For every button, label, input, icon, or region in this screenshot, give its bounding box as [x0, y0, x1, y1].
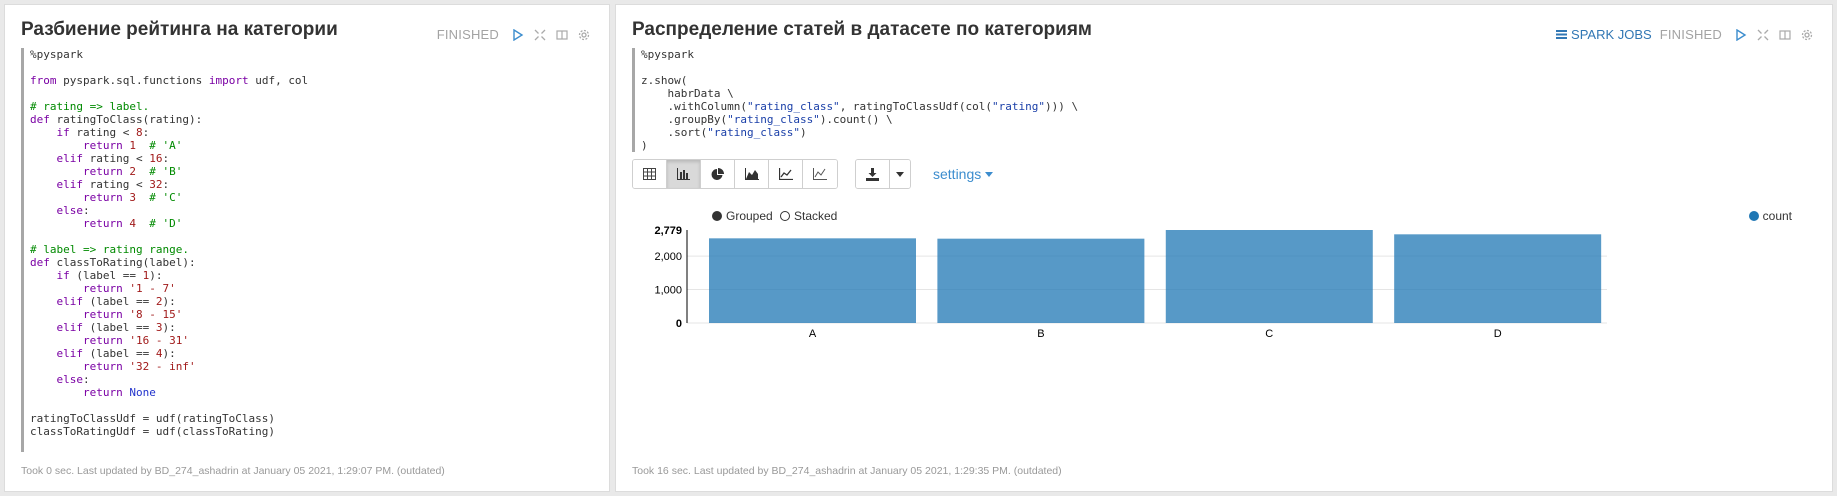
settings-label: settings: [933, 166, 982, 182]
table-icon: [643, 168, 656, 180]
table-view-button[interactable]: [633, 160, 667, 188]
paragraph-rating-classes: Разбиение рейтинга на категории FINISHED…: [4, 4, 610, 492]
download-group: [855, 159, 911, 189]
code-editor[interactable]: %pyspark from pyspark.sql.functions impo…: [21, 48, 308, 452]
y-tick-label: 1,000: [654, 285, 682, 297]
x-tick-label: B: [1037, 328, 1044, 340]
paragraph-controls: SPARK JOBS FINISHED: [1556, 27, 1814, 42]
chart-type-group: [632, 159, 838, 189]
tasks-icon: [1556, 30, 1568, 39]
y-tick-label: 0: [676, 318, 682, 330]
spark-jobs-label: SPARK JOBS: [1571, 27, 1652, 42]
expand-icon[interactable]: [1756, 28, 1770, 42]
x-tick-label: D: [1494, 328, 1502, 340]
paragraph-footer: Took 16 sec. Last updated by BD_274_asha…: [632, 465, 1062, 477]
bar: [709, 238, 916, 323]
chart-canvas: 0 1,000 2,000 2,779 A B C D: [654, 225, 1607, 340]
status-badge: FINISHED: [1659, 27, 1722, 42]
grouped-radio[interactable]: Grouped: [712, 209, 773, 223]
stacked-radio[interactable]: Stacked: [780, 209, 837, 223]
legend-label: count: [1762, 209, 1792, 223]
bar: [937, 238, 1145, 323]
radio-selected-icon: [712, 211, 722, 221]
x-tick-label: A: [809, 328, 817, 340]
gear-icon[interactable]: [577, 28, 591, 42]
spark-jobs-link[interactable]: SPARK JOBS: [1556, 27, 1652, 42]
y-tick-label: 2,000: [654, 251, 682, 263]
download-icon: [866, 167, 879, 181]
settings-link[interactable]: settings: [933, 166, 994, 182]
bar-chart-button[interactable]: [667, 160, 701, 188]
book-icon[interactable]: [555, 28, 569, 42]
line-chart-button[interactable]: [769, 160, 803, 188]
paragraph-category-distribution: Распределение статей в датасете по катег…: [615, 4, 1833, 492]
bar: [1394, 234, 1602, 323]
status-badge: FINISHED: [436, 27, 499, 42]
play-icon[interactable]: [1734, 28, 1748, 42]
paragraph-title: Разбиение рейтинга на категории: [21, 19, 338, 40]
bar: [1165, 230, 1373, 323]
legend-dot-icon: [1748, 211, 1759, 221]
paragraph-controls: FINISHED: [437, 27, 591, 42]
area-chart-icon: [744, 168, 759, 180]
line-chart-icon: [778, 168, 793, 180]
area-chart-button[interactable]: [735, 160, 769, 188]
bar-chart: Grouped Stacked count 0 1,000 2,000 2,779 A B…: [632, 203, 1822, 383]
download-options-button[interactable]: [890, 160, 910, 188]
grouped-label: Grouped: [726, 209, 773, 223]
book-icon[interactable]: [1778, 28, 1792, 42]
code-editor[interactable]: %pyspark z.show( habrData \ .withColumn(…: [632, 48, 1078, 152]
scatter-chart-icon: [813, 168, 827, 180]
bar-chart-icon: [677, 168, 690, 180]
paragraph-title: Распределение статей в датасете по катег…: [632, 19, 1092, 40]
scatter-chart-button[interactable]: [803, 160, 837, 188]
visualization-toolbar: settings: [632, 159, 994, 189]
caret-down-icon: [896, 171, 904, 177]
paragraph-footer: Took 0 sec. Last updated by BD_274_ashad…: [21, 465, 445, 477]
pie-chart-button[interactable]: [701, 160, 735, 188]
y-tick-label: 2,779: [654, 225, 682, 237]
play-icon[interactable]: [511, 28, 525, 42]
caret-down-icon: [985, 171, 994, 177]
radio-unselected-icon: [780, 211, 790, 221]
x-tick-label: C: [1265, 328, 1273, 340]
legend-item-count[interactable]: count: [1748, 209, 1792, 223]
gear-icon[interactable]: [1800, 28, 1814, 42]
download-button[interactable]: [856, 160, 890, 188]
expand-icon[interactable]: [533, 28, 547, 42]
pie-chart-icon: [711, 167, 724, 180]
stacked-label: Stacked: [794, 209, 838, 223]
